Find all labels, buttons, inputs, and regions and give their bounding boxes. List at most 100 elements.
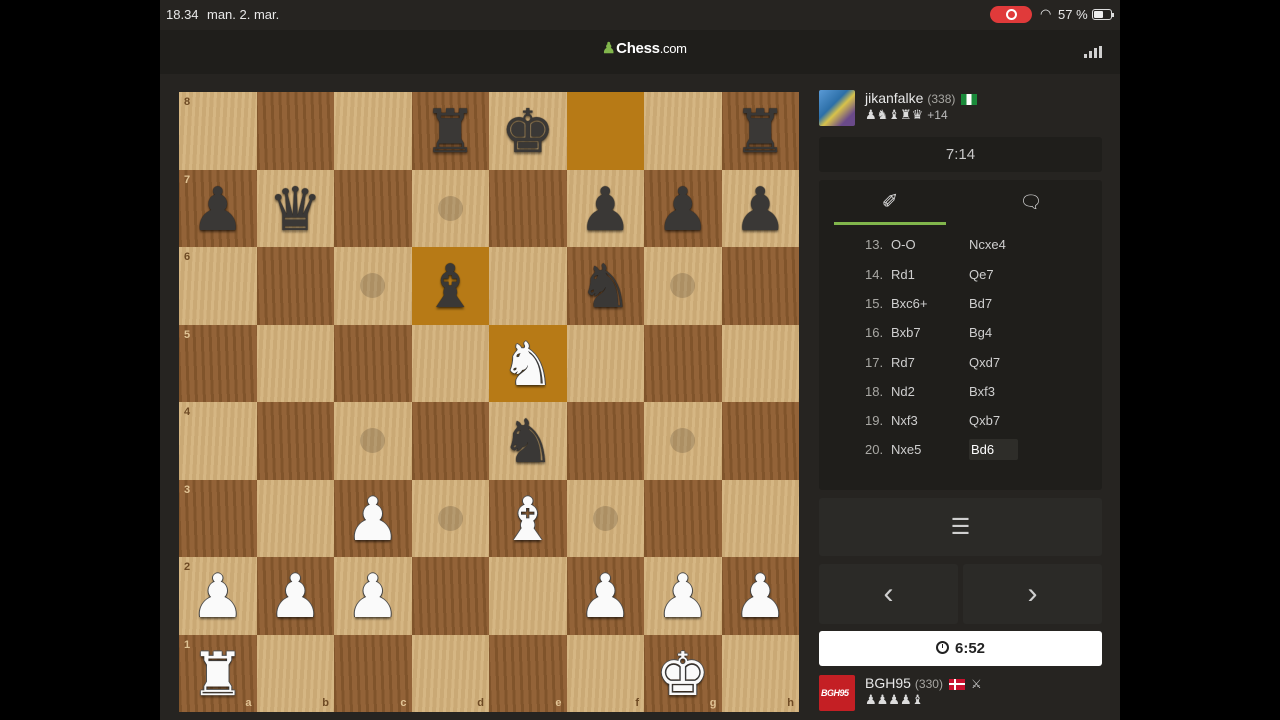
- white-move[interactable]: Bxb7: [891, 325, 921, 340]
- black-piece-d6[interactable]: ♝: [412, 247, 490, 325]
- black-piece-e8[interactable]: ♚: [489, 92, 567, 170]
- white-move[interactable]: Nxf3: [891, 413, 918, 428]
- square-d3[interactable]: [411, 479, 489, 557]
- square-c3[interactable]: ♟: [334, 479, 412, 558]
- black-move[interactable]: Bd7: [969, 296, 992, 311]
- square-c7[interactable]: [334, 169, 412, 247]
- square-e4[interactable]: ♞: [489, 402, 567, 480]
- opponent-name[interactable]: jikanfalke: [865, 90, 923, 106]
- square-a3[interactable]: 3: [179, 479, 257, 557]
- square-h6[interactable]: [721, 247, 799, 325]
- square-f5[interactable]: [566, 324, 644, 402]
- white-move[interactable]: Nd2: [891, 384, 915, 399]
- black-piece-f7[interactable]: ♟: [567, 170, 645, 248]
- square-d2[interactable]: [411, 557, 489, 635]
- black-piece-g7[interactable]: ♟: [644, 170, 722, 248]
- square-g4[interactable]: [644, 402, 722, 480]
- white-move[interactable]: O-O: [891, 237, 916, 252]
- white-move[interactable]: Rd1: [891, 267, 915, 282]
- square-h5[interactable]: [721, 324, 799, 402]
- black-move[interactable]: Bxf3: [969, 384, 995, 399]
- white-piece-g2[interactable]: ♟: [644, 557, 722, 635]
- square-c8[interactable]: [334, 92, 412, 170]
- black-move[interactable]: Qxd7: [969, 355, 1000, 370]
- square-b2[interactable]: ♟: [256, 557, 335, 635]
- square-h3[interactable]: [721, 479, 799, 557]
- square-b5[interactable]: [256, 324, 334, 402]
- square-b6[interactable]: [256, 247, 334, 325]
- square-c2[interactable]: ♟: [334, 557, 412, 635]
- black-piece-b7[interactable]: ♛: [257, 170, 335, 248]
- white-piece-h2[interactable]: ♟: [722, 557, 800, 635]
- square-d1[interactable]: d: [411, 634, 489, 712]
- square-a4[interactable]: 4: [179, 402, 257, 480]
- square-c5[interactable]: [334, 324, 412, 402]
- my-name[interactable]: BGH95: [865, 675, 911, 691]
- white-piece-b2[interactable]: ♟: [257, 557, 335, 635]
- square-d6[interactable]: ♝: [411, 247, 490, 325]
- square-c1[interactable]: c: [334, 634, 412, 712]
- white-piece-g1[interactable]: ♚: [644, 635, 722, 713]
- black-piece-e4[interactable]: ♞: [489, 402, 567, 480]
- tab-moves[interactable]: ✐: [834, 180, 946, 225]
- white-piece-a2[interactable]: ♟: [179, 557, 257, 635]
- black-piece-d8[interactable]: ♜: [412, 92, 490, 170]
- white-move[interactable]: Bxc6+: [891, 296, 928, 311]
- move-hint-dot[interactable]: [670, 428, 695, 453]
- white-piece-a1[interactable]: ♜: [179, 635, 257, 713]
- square-g3[interactable]: [644, 479, 722, 557]
- chess-com-logo[interactable]: ♟Chess.com: [602, 39, 687, 57]
- square-c6[interactable]: [334, 247, 412, 325]
- square-d4[interactable]: [411, 402, 489, 480]
- black-move[interactable]: Qe7: [969, 267, 994, 282]
- black-piece-h7[interactable]: ♟: [722, 170, 800, 248]
- move-list-button[interactable]: ☰: [819, 498, 1102, 556]
- black-piece-a7[interactable]: ♟: [179, 170, 257, 248]
- square-a5[interactable]: 5: [179, 324, 257, 402]
- square-a1[interactable]: 1 a ♜: [179, 634, 257, 713]
- square-a2[interactable]: 2 ♟: [179, 557, 257, 635]
- white-piece-e3[interactable]: ♝: [489, 480, 567, 558]
- square-h8[interactable]: ♜: [721, 92, 800, 170]
- square-h4[interactable]: [721, 402, 799, 480]
- square-d8[interactable]: ♜: [411, 92, 490, 170]
- square-b8[interactable]: [256, 92, 334, 170]
- connection-signal-icon[interactable]: [1084, 46, 1102, 58]
- square-e7[interactable]: [489, 169, 567, 247]
- square-f3[interactable]: [566, 479, 644, 557]
- my-avatar[interactable]: [819, 675, 855, 711]
- black-move[interactable]: Qxb7: [969, 413, 1000, 428]
- chess-board[interactable]: 8 ♜ ♚ ♜ 7 ♟ ♛ ♟ ♟ ♟ 6 ♝ ♞ 5 ♞ 4 ♞ 3 ♟ ♝ 2 ♟ ♟ ♟ ♟ ♟ ♟ 1 a ♜ b c d e f g ♚ h: [179, 92, 799, 712]
- square-b4[interactable]: [256, 402, 334, 480]
- square-g5[interactable]: [644, 324, 722, 402]
- move-hint-dot[interactable]: [592, 505, 618, 531]
- move-hint-dot[interactable]: [670, 273, 695, 298]
- black-move[interactable]: Ncxe4: [969, 237, 1006, 252]
- square-d5[interactable]: [411, 324, 489, 402]
- square-e1[interactable]: e: [489, 634, 567, 712]
- square-h7[interactable]: ♟: [721, 169, 800, 248]
- white-move[interactable]: Rd7: [891, 355, 915, 370]
- white-move[interactable]: Be3: [891, 220, 914, 223]
- square-c4[interactable]: [334, 402, 412, 480]
- white-piece-e5[interactable]: ♞: [489, 325, 567, 403]
- square-b7[interactable]: ♛: [256, 169, 335, 248]
- square-e6[interactable]: [489, 247, 567, 325]
- square-h2[interactable]: ♟: [721, 557, 800, 635]
- previous-move-button[interactable]: ‹: [819, 564, 958, 624]
- square-g7[interactable]: ♟: [644, 169, 722, 248]
- black-move[interactable]: Bg4: [969, 325, 992, 340]
- square-g1[interactable]: g ♚: [644, 634, 722, 713]
- move-hint-dot[interactable]: [360, 273, 385, 298]
- next-move-button[interactable]: ›: [963, 564, 1102, 624]
- square-e3[interactable]: ♝: [489, 479, 567, 558]
- square-e2[interactable]: [489, 557, 567, 635]
- opponent-avatar[interactable]: [819, 90, 855, 126]
- square-b1[interactable]: b: [256, 634, 334, 712]
- square-g2[interactable]: ♟: [644, 557, 722, 635]
- black-piece-h8[interactable]: ♜: [722, 92, 800, 170]
- white-piece-c2[interactable]: ♟: [334, 557, 412, 635]
- square-g8[interactable]: [644, 92, 722, 170]
- square-a7[interactable]: 7 ♟: [179, 169, 257, 248]
- white-piece-c3[interactable]: ♟: [334, 480, 412, 558]
